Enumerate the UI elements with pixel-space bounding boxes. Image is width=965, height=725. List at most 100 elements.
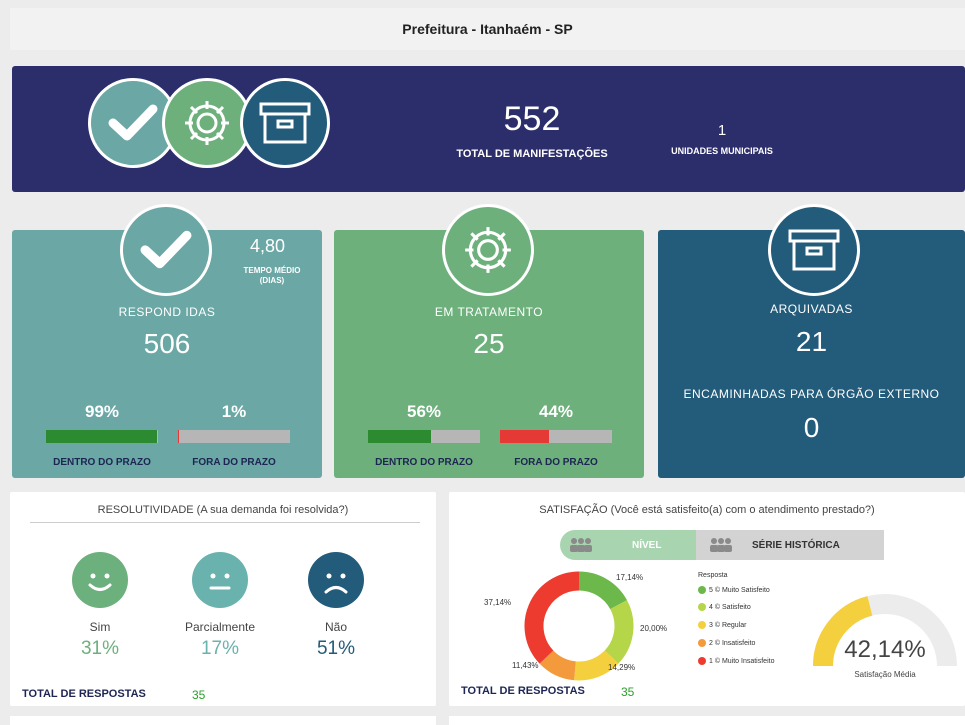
next-panel-edge [449, 716, 965, 725]
in-time-bar [46, 430, 158, 443]
legend-item-4: 4 © Satisfeito [698, 603, 751, 611]
legend-item-1: 1 © Muito Insatisfeito [698, 657, 774, 665]
processing-badge [162, 78, 252, 168]
partial-label: Parcialmente [184, 620, 256, 634]
neutral-face-icon[interactable] [192, 552, 248, 608]
legend-label: 3 © Regular [709, 621, 747, 629]
donut-label-3: 14,29% [608, 663, 636, 672]
archived-icon-badge [768, 204, 860, 296]
processing-value: 25 [473, 328, 505, 359]
out-time-label: FORA DO PRAZO [514, 457, 598, 468]
donut-label-2: 11,43% [512, 661, 539, 670]
legend-label: 2 © Insatisfeito [709, 639, 756, 647]
gear-icon [185, 101, 229, 145]
donut-label-5: 17,14% [616, 573, 644, 582]
legend-item-2: 2 © Insatisfeito [698, 639, 755, 647]
gauge-value: 42,14% [844, 636, 926, 663]
avg-time-value: 4,80 [250, 236, 286, 256]
total-manifestations-value: 552 [503, 100, 561, 138]
out-time-label: FORA DO PRAZO [192, 457, 276, 468]
gauge-label: Satisfação Média [854, 670, 916, 679]
in-time-label: DENTRO DO PRAZO [53, 457, 151, 468]
out-time-bar-fill [500, 430, 550, 443]
archived-label: ARQUIVADAS [770, 302, 853, 316]
municipal-units-value: 1 [717, 122, 727, 139]
in-time-bar-fill [368, 430, 431, 443]
users-icon [710, 538, 732, 552]
tab-level-label: NÍVEL [632, 539, 662, 551]
legend-dot [698, 639, 706, 647]
resolutivity-title: RESOLUTIVIDADE (A sua demanda foi resolv… [97, 504, 349, 516]
yes-pct: 31% [80, 638, 120, 659]
in-time-label: DENTRO DO PRAZO [375, 457, 473, 468]
processing-label: EM TRATAMENTO [434, 305, 544, 319]
donut-slice-4 [604, 600, 634, 664]
users-icon [570, 538, 592, 552]
legend-dot [698, 586, 706, 594]
tab-level[interactable]: NÍVEL [560, 530, 696, 560]
avg-time-label-line2: (DIAS) [259, 276, 285, 285]
resolutivity-panel: RESOLUTIVIDADE (A sua demanda foi resolv… [10, 492, 436, 706]
page-title: Prefeitura - Itanhaém - SP [10, 8, 965, 50]
in-time-bar [368, 430, 480, 443]
satisfaction-title: SATISFAÇÃO (Você está satisfeito(a) com … [539, 504, 875, 516]
out-time-bar [178, 430, 290, 443]
archived-badge [240, 78, 330, 168]
archive-box-icon [788, 229, 840, 271]
legend-label: 1 © Muito Insatisfeito [709, 657, 775, 665]
avg-time-label: TEMPO MÉDIO (DIAS) [232, 266, 312, 286]
legend-item-3: 3 © Regular [698, 621, 746, 629]
external-forward-value: 0 [803, 412, 820, 443]
legend-dot [698, 621, 706, 629]
answered-card: 4,80 TEMPO MÉDIO (DIAS) RESPOND IDAS 506… [12, 204, 322, 478]
donut-slice-1 [524, 571, 580, 664]
no-label: Não [324, 620, 347, 634]
answered-icon-badge [120, 204, 212, 296]
in-time-bar-fill [46, 430, 157, 443]
out-time-pct: 1% [221, 402, 247, 421]
donut-slice-3 [574, 650, 619, 681]
out-time-bar-fill [178, 430, 180, 443]
archived-value: 21 [795, 326, 828, 357]
satisfaction-total-label: TOTAL DE RESPOSTAS [461, 685, 585, 697]
check-icon [140, 230, 192, 269]
next-panel-edge [10, 716, 436, 725]
satisfaction-total-value: 35 [621, 685, 635, 699]
total-manifestations-label: TOTAL DE MANIFESTAÇÕES [456, 148, 608, 160]
in-time-pct: 99% [84, 402, 120, 421]
tab-history[interactable]: SÉRIE HISTÓRICA [696, 530, 884, 560]
answered-value: 506 [143, 328, 191, 359]
no-pct: 51% [316, 638, 356, 659]
check-icon [108, 104, 158, 141]
donut-slice-5 [578, 571, 627, 610]
total-responses-label: TOTAL DE RESPOSTAS [22, 688, 146, 700]
title-divider [30, 522, 420, 523]
tab-history-label: SÉRIE HISTÓRICA [752, 539, 840, 551]
archived-card: ARQUIVADAS 21 ENCAMINHADAS PARA ÓRGÃO EX… [658, 204, 965, 478]
out-time-pct: 44% [538, 402, 574, 421]
processing-icon-badge [442, 204, 534, 296]
sad-face-icon[interactable] [308, 552, 364, 608]
legend-title: Resposta [698, 572, 728, 579]
happy-face-icon[interactable] [72, 552, 128, 608]
legend-label: 5 © Muito Satisfeito [709, 586, 770, 594]
external-forward-label: ENCAMINHADAS PARA ÓRGÃO EXTERNO [683, 387, 940, 401]
partial-pct: 17% [200, 638, 240, 659]
out-time-bar [500, 430, 612, 443]
summary-banner: 552 TOTAL DE MANIFESTAÇÕES 1 UNIDADES MU… [12, 66, 965, 192]
donut-label-1: 37,14% [484, 598, 512, 607]
gear-icon [465, 227, 511, 273]
legend-label: 4 © Satisfeito [709, 603, 751, 611]
yes-label: Sim [89, 620, 111, 634]
answered-label: RESPOND IDAS [118, 305, 216, 319]
legend-item-5: 5 © Muito Satisfeito [698, 586, 770, 594]
donut-slice-2 [539, 650, 577, 681]
archive-box-icon [259, 102, 311, 144]
donut-label-4: 20,00% [640, 624, 668, 633]
total-responses-value: 35 [192, 688, 206, 702]
legend-dot [698, 657, 706, 665]
municipal-units-label: UNIDADES MUNICIPAIS [671, 146, 773, 156]
avg-time-label-line1: TEMPO MÉDIO [243, 266, 301, 275]
processing-card: EM TRATAMENTO 25 56% 44% DENTRO DO PRAZO… [334, 204, 644, 478]
in-time-pct: 56% [406, 402, 442, 421]
